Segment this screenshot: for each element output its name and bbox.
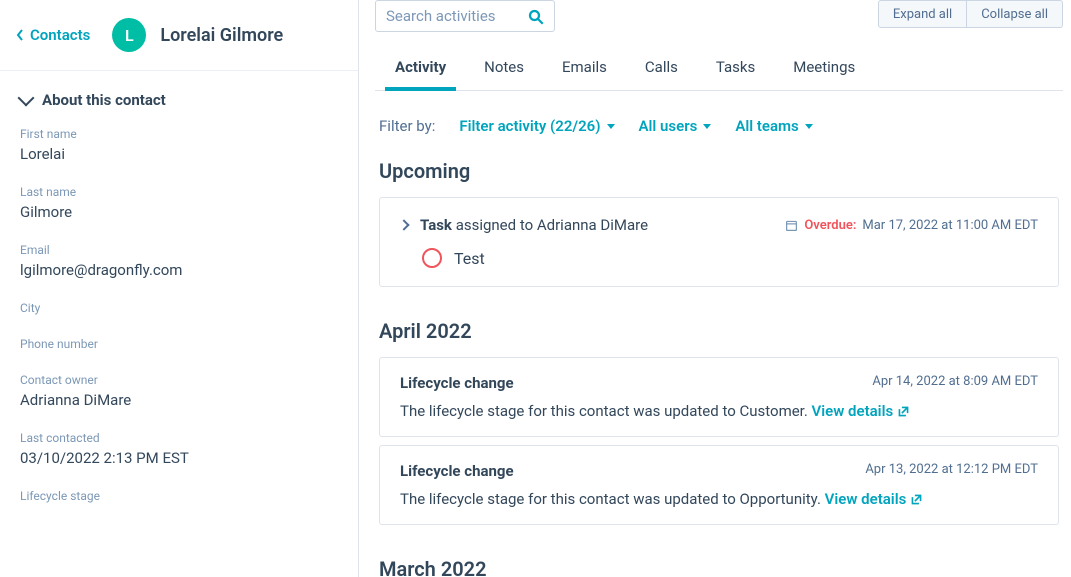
toolbar: Expand all Collapse all [375,0,1063,32]
task-card[interactable]: Task assigned to Adrianna DiMare Overdue… [379,197,1059,287]
expand-all-button[interactable]: Expand all [878,0,967,28]
sidebar: Contacts L Lorelai Gilmore About this co… [0,0,359,577]
first-name-field[interactable]: First name Lorelai [20,127,338,163]
task-name: Test [454,249,485,268]
search-icon[interactable] [527,8,545,26]
lifecycle-date: Apr 14, 2022 at 8:09 AM EDT [872,374,1038,392]
lifecycle-field[interactable]: Lifecycle stage [20,489,338,503]
field-label: City [20,301,338,315]
phone-field[interactable]: Phone number [20,337,338,351]
last-contacted-field[interactable]: Last contacted 03/10/2022 2:13 PM EST [20,431,338,467]
back-to-contacts[interactable]: Contacts [16,26,90,44]
tab-emails[interactable]: Emails [562,46,607,90]
about-section: About this contact First name Lorelai La… [0,71,358,545]
activity-tabs: Activity Notes Emails Calls Tasks Meetin… [375,46,1063,91]
field-label: Last contacted [20,431,338,445]
calendar-icon [785,219,798,232]
tab-notes[interactable]: Notes [484,46,524,90]
external-link-icon [897,405,910,418]
main-panel: Expand all Collapse all Activity Notes E… [359,0,1071,577]
filter-teams-dropdown[interactable]: All teams [735,117,812,135]
last-name-field[interactable]: Last name Gilmore [20,185,338,221]
section-april: April 2022 [375,295,1063,357]
field-label: Last name [20,185,338,199]
section-march: March 2022 [375,533,1063,577]
task-overdue: Overdue: Mar 17, 2022 at 11:00 AM EDT [785,218,1038,233]
field-label: Email [20,243,338,257]
about-header[interactable]: About this contact [20,91,338,109]
contact-name: Lorelai Gilmore [160,25,283,46]
tab-meetings[interactable]: Meetings [793,46,855,90]
filter-by-label: Filter by: [379,117,435,135]
owner-field[interactable]: Contact owner Adrianna DiMare [20,373,338,409]
back-label: Contacts [30,26,90,44]
tab-calls[interactable]: Calls [645,46,678,90]
expand-collapse-group: Expand all Collapse all [878,0,1063,28]
tab-tasks[interactable]: Tasks [716,46,755,90]
contact-header: Contacts L Lorelai Gilmore [0,0,358,70]
field-label: Contact owner [20,373,338,387]
field-label: Lifecycle stage [20,489,338,503]
city-field[interactable]: City [20,301,338,315]
filter-users-dropdown[interactable]: All users [639,117,712,135]
field-value: Adrianna DiMare [20,391,338,409]
view-details-link[interactable]: View details [812,402,911,420]
email-field[interactable]: Email lgilmore@dragonfly.com [20,243,338,279]
chevron-left-icon [16,29,24,41]
lifecycle-title: Lifecycle change [400,462,514,480]
search-wrap [375,0,555,32]
collapse-all-button[interactable]: Collapse all [967,0,1063,28]
task-card-header: Task assigned to Adrianna DiMare Overdue… [400,216,1038,234]
field-value: Gilmore [20,203,338,221]
lifecycle-body: The lifecycle stage for this contact was… [400,402,1038,420]
lifecycle-body: The lifecycle stage for this contact was… [400,490,1038,508]
field-value: 03/10/2022 2:13 PM EST [20,449,338,467]
filter-bar: Filter by: Filter activity (22/26) All u… [375,91,1063,155]
field-label: Phone number [20,337,338,351]
lifecycle-card[interactable]: Lifecycle change Apr 13, 2022 at 12:12 P… [379,445,1059,525]
caret-down-icon [805,124,813,129]
about-title: About this contact [42,91,166,109]
tab-activity[interactable]: Activity [395,46,446,90]
view-details-link[interactable]: View details [825,490,924,508]
task-body: Test [422,248,1038,268]
filter-activity-dropdown[interactable]: Filter activity (22/26) [459,117,614,135]
chevron-down-icon [18,90,35,107]
external-link-icon [910,493,923,506]
lifecycle-card[interactable]: Lifecycle change Apr 14, 2022 at 8:09 AM… [379,357,1059,437]
chevron-right-icon[interactable] [398,219,409,230]
lifecycle-date: Apr 13, 2022 at 12:12 PM EDT [865,462,1038,480]
task-complete-toggle[interactable] [422,248,442,268]
lifecycle-title: Lifecycle change [400,374,514,392]
field-value: lgilmore@dragonfly.com [20,261,338,279]
field-value: Lorelai [20,145,338,163]
task-summary: Task assigned to Adrianna DiMare [420,216,648,234]
caret-down-icon [607,124,615,129]
caret-down-icon [703,124,711,129]
section-upcoming: Upcoming [375,155,1063,197]
avatar[interactable]: L [112,18,146,52]
field-label: First name [20,127,338,141]
